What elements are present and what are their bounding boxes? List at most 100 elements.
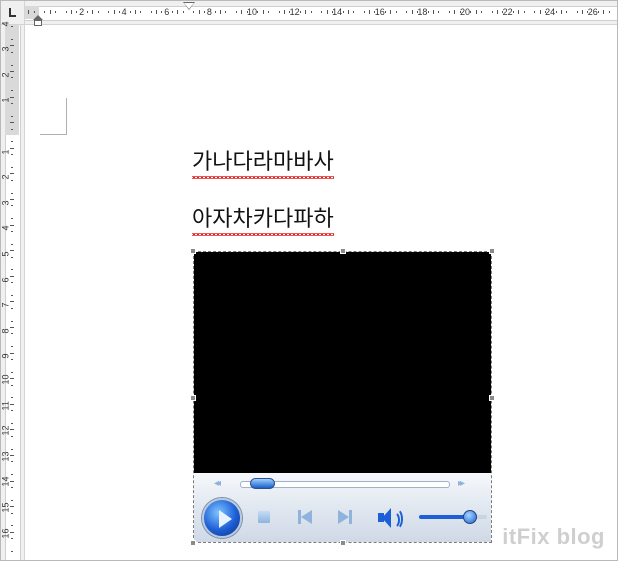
ruler-tick [11, 499, 13, 501]
ruler-tick [598, 11, 600, 13]
ruler-tick [11, 154, 13, 156]
ruler-tick [10, 480, 14, 482]
ruler-tick [11, 538, 13, 540]
ruler-tick [150, 11, 152, 13]
spelling-error-underline [192, 233, 334, 236]
ruler-tick [11, 551, 13, 552]
ruler-tick [113, 10, 115, 14]
ruler-tick [11, 307, 13, 309]
play-button[interactable] [202, 498, 242, 538]
vertical-ruler[interactable]: 4 3 2 1 1 2 3 4 5 6 7 8 9 10 11 12 13 14 15 16 [1, 21, 25, 560]
ruler-number: 26 [587, 7, 598, 17]
ruler-number: 24 [545, 7, 556, 17]
ruler-tick [299, 11, 301, 13]
ruler-tick [92, 10, 94, 14]
ruler-tick [204, 11, 206, 13]
ruler-tick [539, 10, 541, 14]
stop-icon[interactable] [256, 509, 274, 527]
video-area[interactable] [194, 252, 491, 473]
ruler-tick [44, 11, 46, 13]
ruler-tick [10, 71, 14, 72]
ruler-tick [86, 11, 88, 13]
next-icon[interactable] [336, 509, 354, 527]
ruler-tick [108, 11, 110, 13]
paragraph-1[interactable]: 가나다라마바사 [192, 144, 334, 179]
resize-handle-top[interactable] [340, 248, 346, 254]
resize-handle-bottom-left[interactable] [190, 540, 196, 546]
ruler-tick [70, 10, 72, 14]
resize-handle-left[interactable] [190, 395, 196, 401]
ruler-tick [496, 10, 498, 14]
ruler-tick [10, 455, 14, 456]
ruler-tick [390, 10, 392, 14]
ruler-tick [433, 10, 435, 14]
ruler-tick [347, 10, 349, 14]
ruler-tick [49, 10, 51, 14]
ruler-tick [11, 77, 13, 79]
ruler-tick [76, 11, 78, 13]
ruler-tick [411, 10, 413, 14]
ruler-tick [65, 11, 67, 13]
resize-handle-bottom[interactable] [340, 540, 346, 546]
ruler-tick [11, 179, 13, 181]
ruler-tick [11, 205, 13, 207]
ruler-tick [449, 11, 451, 13]
ruler-tick [11, 371, 13, 373]
paragraph-text: 아자차카다파하 [192, 207, 334, 232]
seek-thumb[interactable] [250, 478, 276, 489]
ruler-tick [438, 11, 440, 13]
ruler-tick [342, 11, 344, 13]
previous-icon[interactable] [296, 509, 314, 527]
ruler-tick [385, 11, 387, 13]
ruler-number: 12 [289, 7, 300, 17]
embedded-media-player[interactable]: ◂◂ ▸▸ [190, 248, 495, 546]
ruler-tick [11, 525, 13, 527]
ruler-tick [454, 10, 456, 14]
ruler-tick [576, 11, 578, 13]
resize-handle-top-right[interactable] [489, 248, 495, 254]
ruler-tick [241, 10, 243, 14]
ruler-number: 20 [459, 7, 471, 17]
horizontal-ruler[interactable]: 2 4 6 8 10 12 14 16 18 20 22 24 26 [25, 1, 617, 25]
ruler-number: 4 [0, 21, 11, 27]
ruler-tick [156, 10, 158, 14]
seek-back-icon[interactable]: ◂◂ [214, 478, 221, 489]
ruler-tick [220, 10, 222, 14]
paragraph-2[interactable]: 아자차카다파하 [192, 201, 334, 236]
ruler-tick [10, 352, 14, 354]
ruler-tick [236, 11, 238, 13]
ruler-tick [518, 10, 520, 14]
ruler-tick [11, 423, 13, 424]
ruler-tick [129, 11, 131, 13]
ruler-tick [470, 11, 472, 13]
ruler-tick [603, 10, 605, 14]
ruler-tick [182, 11, 184, 13]
ruler-tick [97, 11, 99, 13]
ruler-tick [582, 10, 584, 14]
ruler-tick [10, 429, 14, 431]
ruler-tick [10, 301, 14, 303]
volume-icon[interactable] [376, 507, 403, 530]
ruler-number: 10 [246, 7, 258, 17]
ruler-tick [427, 11, 429, 13]
ruler-tick [10, 224, 14, 226]
ruler-tick [225, 11, 227, 13]
ruler-tick [321, 11, 323, 13]
resize-handle-right[interactable] [489, 395, 495, 401]
ruler-tick [11, 115, 13, 117]
volume-thumb[interactable] [463, 510, 477, 524]
ruler-tick [480, 11, 482, 13]
ruler-tick [11, 256, 13, 258]
seek-forward-icon[interactable]: ▸▸ [458, 478, 465, 489]
margin-crop-mark [40, 98, 67, 135]
ruler-tick [134, 10, 136, 14]
ruler-number: 4 [121, 7, 127, 17]
ruler-tick [10, 506, 14, 508]
left-indent-marker[interactable] [33, 15, 43, 26]
ruler-tick [161, 11, 163, 13]
ruler-tick [11, 474, 13, 476]
ruler-number: 22 [502, 7, 513, 17]
ruler-tick [11, 333, 13, 335]
ruler-tick [305, 10, 307, 14]
resize-handle-top-left[interactable] [190, 248, 196, 254]
